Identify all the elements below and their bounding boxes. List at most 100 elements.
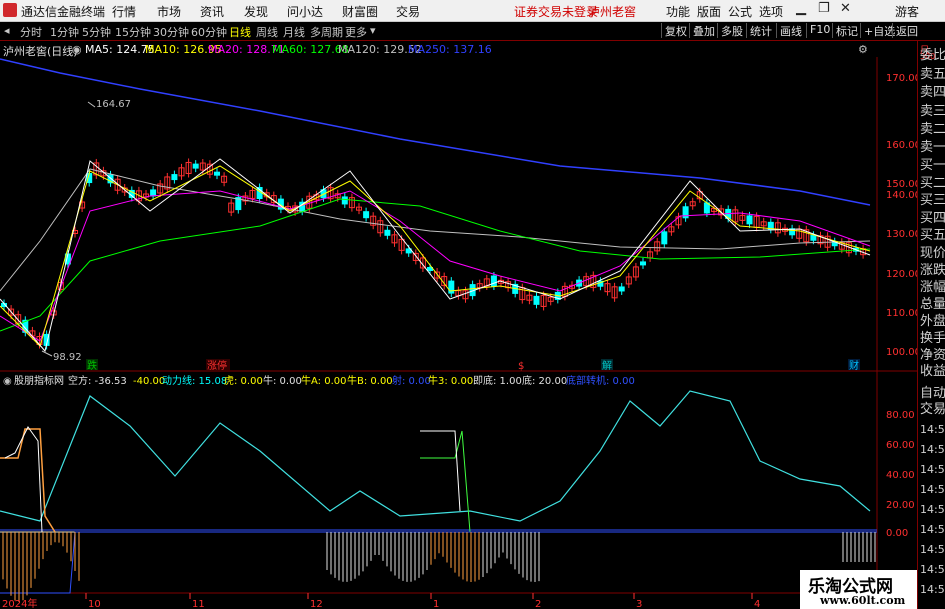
quote-side-panel: 尺 300 委比 卖五 卖四 卖三 卖二 卖一 买一 买二 买三 买四 买五 现… (917, 41, 945, 609)
menu-hangqing[interactable]: 行情 (112, 3, 136, 20)
panel-volume[interactable]: 总量 (920, 297, 945, 312)
signal-cai[interactable]: 财 (849, 359, 859, 372)
panel-buy4[interactable]: 买四 (920, 211, 945, 226)
panel-sell2[interactable]: 卖二 (920, 122, 945, 137)
ind-niua: 牛A: 0.00 (301, 374, 346, 387)
panel-time: 14:56 (920, 523, 945, 536)
candle (533, 295, 540, 305)
price-tick: 140.00 (886, 190, 917, 201)
date-label: 11 (192, 599, 205, 609)
panel-buy1[interactable]: 买一 (920, 158, 945, 173)
panel-buy2[interactable]: 买二 (920, 176, 945, 191)
mark-button[interactable]: 标记 (832, 23, 861, 38)
indicator-toggle-icon[interactable]: ◉ (3, 376, 12, 387)
ind-tick: 20.00 (886, 500, 915, 511)
panel-outer[interactable]: 外盘 (920, 314, 945, 329)
period-30min[interactable]: 30分钟 (153, 24, 189, 40)
chart-canvas: 170.00 160.00 160.00 150.00 140.00 130.0… (0, 57, 917, 609)
period-15min[interactable]: 15分钟 (115, 24, 151, 40)
candle (661, 231, 668, 245)
menu-wenxiaoda[interactable]: 问小达 (287, 3, 323, 20)
period-60min[interactable]: 60分钟 (191, 24, 227, 40)
fuquan-button[interactable]: 复权 (661, 23, 690, 38)
ind-minus40: -40.00 (133, 376, 165, 387)
candle (640, 261, 646, 266)
period-weekly[interactable]: 周线 (256, 24, 278, 40)
panel-sell5[interactable]: 卖五 (920, 67, 945, 82)
menu-gongneng[interactable]: 功能 (666, 3, 690, 20)
panel-price[interactable]: 现价 (920, 246, 945, 261)
f10-button[interactable]: F10 (806, 23, 833, 38)
back-button[interactable]: 返回 (892, 23, 921, 38)
signal-dollar[interactable]: $ (518, 361, 524, 372)
multi-stock-button[interactable]: 多股 (717, 23, 746, 38)
panel-trade[interactable]: 交易 (920, 402, 945, 417)
period-multi[interactable]: 多周期 (310, 24, 343, 40)
ind-tick: 40.00 (886, 470, 915, 481)
user-guest[interactable]: 游客 (895, 3, 919, 20)
panel-change[interactable]: 涨跌 (920, 263, 945, 278)
trade-login-status[interactable]: 证券交易未登录 (514, 3, 598, 20)
candle (810, 234, 817, 241)
price-tick: 110.00 (886, 308, 917, 319)
indicator-name[interactable]: 股朋指标网 (14, 374, 64, 387)
panel-eps[interactable]: 收益 (920, 364, 945, 379)
candle (746, 215, 753, 225)
price-axis: 170.00 160.00 160.00 150.00 140.00 130.0… (886, 73, 917, 358)
panel-buy5[interactable]: 买五 (920, 228, 945, 243)
panel-sell3[interactable]: 卖三 (920, 104, 945, 119)
ind-tick: 60.00 (886, 440, 915, 451)
close-icon[interactable]: ✕ (840, 1, 851, 16)
draw-line-button[interactable]: 画线 (776, 23, 805, 38)
signal-zhangting[interactable]: 涨停 (207, 359, 227, 372)
panel-time: 14:56 (920, 583, 945, 596)
menu-zixun[interactable]: 资讯 (200, 3, 224, 20)
ma20-line (0, 190, 871, 342)
period-5min[interactable]: 5分钟 (82, 24, 111, 40)
panel-sell4[interactable]: 卖四 (920, 85, 945, 100)
candle (214, 171, 220, 176)
price-tick: 150.00 (886, 179, 917, 190)
menu-jiaoyi[interactable]: 交易 (396, 3, 420, 20)
title-bar: 通达信金融终端 行情 市场 资讯 发现 问小达 财富圈 交易 证券交易未登录 泸… (0, 0, 945, 22)
candlesticks (1, 158, 867, 350)
niua-line (420, 430, 471, 533)
ind-jidi: 即底: 1.00 (473, 374, 522, 387)
period-fenshi[interactable]: 分时 (20, 24, 42, 40)
panel-auto[interactable]: 自动 (920, 386, 945, 401)
panel-time: 14:56 (920, 463, 945, 476)
panel-time: 14:56 (920, 543, 945, 556)
panel-netasset[interactable]: 净资 (920, 348, 945, 363)
panel-weibi[interactable]: 委比 (920, 48, 945, 63)
overlay-button[interactable]: 叠加 (689, 23, 718, 38)
menu-banmian[interactable]: 版面 (697, 3, 721, 20)
more-dropdown-icon[interactable]: ▾ (370, 24, 376, 37)
panel-sell1[interactable]: 卖一 (920, 140, 945, 155)
period-more[interactable]: 更多 (345, 24, 367, 40)
date-axis: 2024年 10 11 12 1 2 3 4 (2, 593, 760, 609)
ma250-line (0, 58, 871, 206)
panel-turnover[interactable]: 换手 (920, 331, 945, 346)
ma5-line (0, 158, 871, 353)
menu-gongshi[interactable]: 公式 (728, 3, 752, 20)
menu-faxian[interactable]: 发现 (244, 3, 268, 20)
panel-time: 14:56 (920, 563, 945, 576)
panel-time: 14:56 (920, 443, 945, 456)
panel-time: 14:56 (920, 503, 945, 516)
panel-change-pct[interactable]: 涨幅 (920, 280, 945, 295)
menu-xuanxiang[interactable]: 选项 (759, 3, 783, 20)
tb-left-arrow-icon[interactable]: ◂ (4, 24, 10, 37)
date-label: 10 (88, 599, 101, 609)
period-monthly[interactable]: 月线 (283, 24, 305, 40)
period-1min[interactable]: 1分钟 (50, 24, 79, 40)
statistics-button[interactable]: 统计 (746, 23, 775, 38)
menu-caifuquan[interactable]: 财富圈 (342, 3, 378, 20)
signal-die[interactable]: 跌 (87, 359, 97, 372)
period-daily[interactable]: 日线 (229, 24, 251, 40)
panel-buy3[interactable]: 买三 (920, 193, 945, 208)
menu-shichang[interactable]: 市场 (157, 3, 181, 20)
ind-tick: 0.00 (886, 528, 908, 539)
minimize-icon[interactable]: ▁ (796, 1, 806, 16)
signal-jie[interactable]: 解 (602, 359, 612, 372)
restore-icon[interactable]: ❐ (818, 1, 830, 16)
